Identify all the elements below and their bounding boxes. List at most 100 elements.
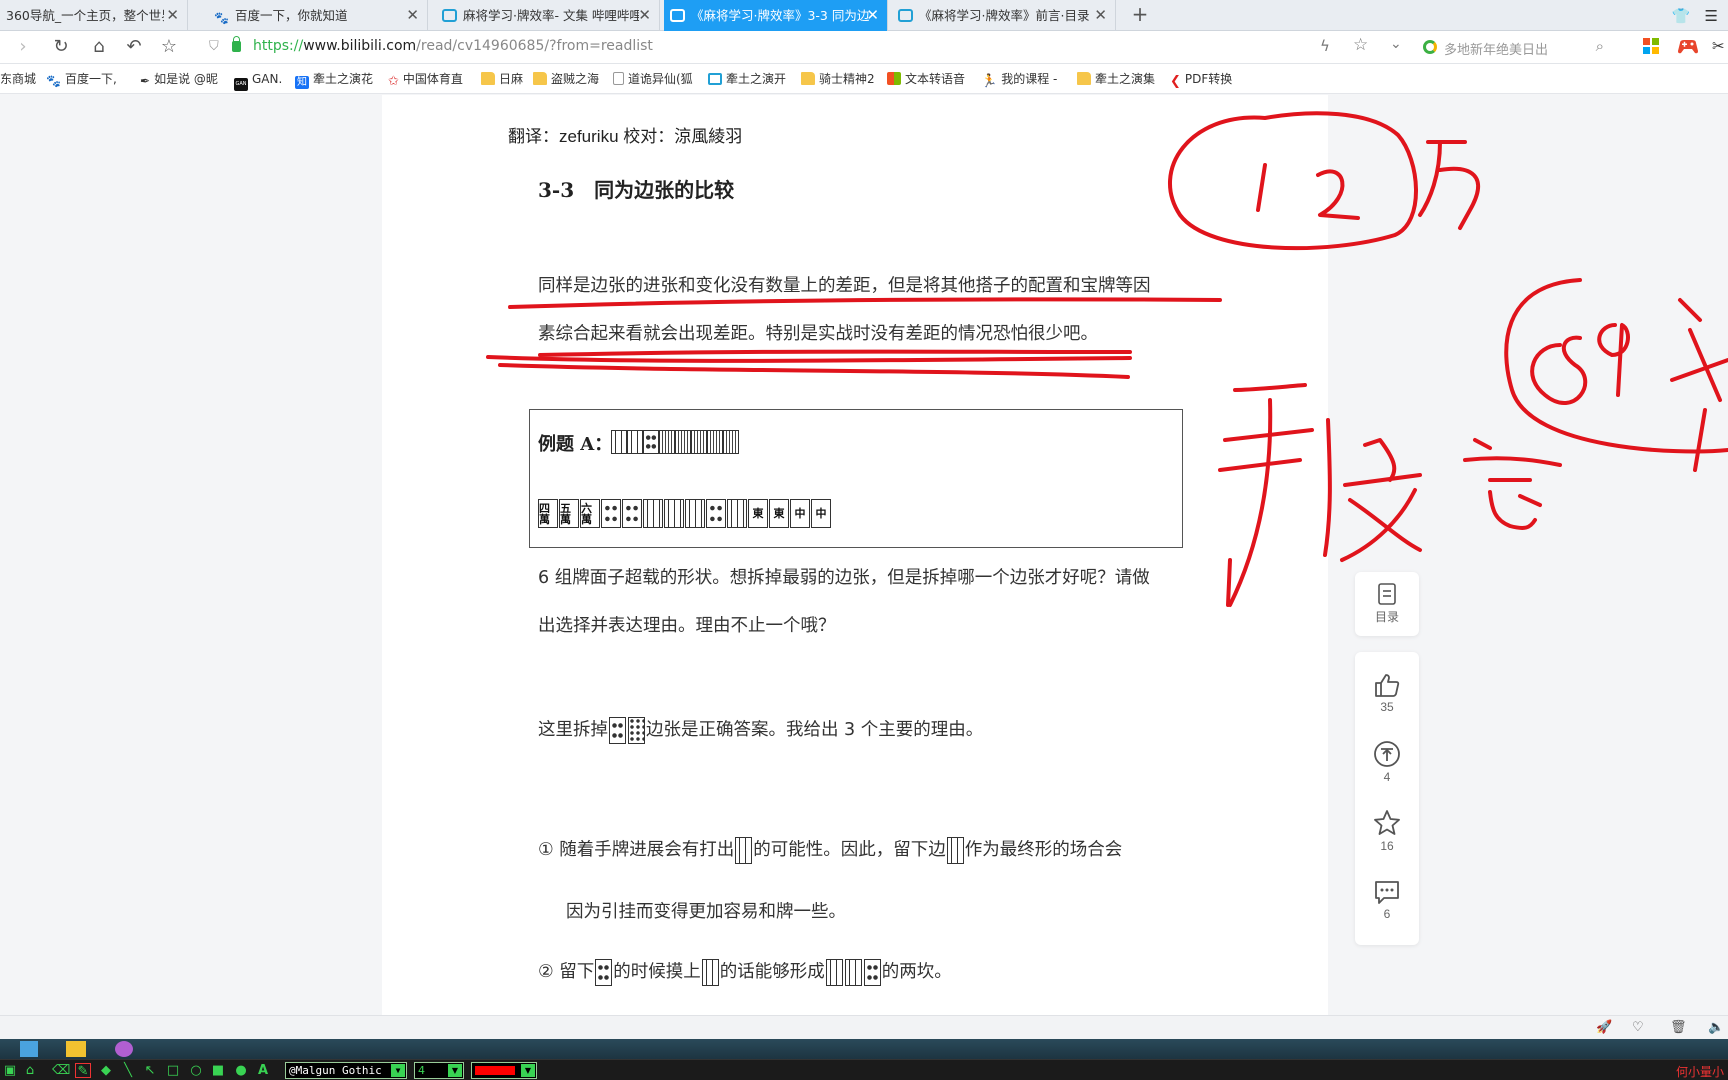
- bookmark-label: 道诡异仙(狐: [628, 72, 693, 86]
- ellipse-icon[interactable]: ○: [188, 1063, 204, 1078]
- star-logo-icon: ✩: [388, 74, 399, 89]
- bookmark-item[interactable]: ❮ PDF转换: [1170, 70, 1232, 89]
- forward-icon[interactable]: ›: [10, 35, 36, 59]
- paragraph-line: 6 组牌面子超载的形状。想拆掉最弱的边张，但是拆掉哪一个边张才好呢？请做: [538, 568, 1150, 588]
- shield-icon[interactable]: ⛉: [209, 39, 219, 54]
- answer-line: 这里拆掉 边张是正确答案。我给出 3 个主要的理由。: [538, 716, 983, 744]
- rectangle-icon[interactable]: □: [165, 1063, 181, 1078]
- comment-button[interactable]: 6: [1355, 879, 1419, 921]
- reload-icon[interactable]: ↻: [48, 35, 74, 59]
- window-controls: 👕 ☰: [1672, 0, 1728, 31]
- bookmark-star-icon[interactable]: ☆: [156, 35, 182, 59]
- tab-mahjong-preface[interactable]: 《麻将学习·牌效率》前言·目录 ✕: [892, 0, 1116, 31]
- close-icon[interactable]: ✕: [1094, 0, 1107, 31]
- thumbs-up-icon: [1375, 674, 1400, 697]
- color-select[interactable]: ▼: [471, 1062, 537, 1079]
- mahjong-tile: [825, 958, 843, 986]
- font-select[interactable]: @Malgun Gothic ▼: [285, 1062, 407, 1079]
- mahjong-tile: [946, 836, 964, 864]
- shirt-skin-icon[interactable]: 👕: [1672, 7, 1691, 25]
- toc-button[interactable]: 目录: [1355, 582, 1419, 625]
- home-icon[interactable]: ⌂: [86, 35, 112, 59]
- text-tool-icon[interactable]: A: [255, 1063, 271, 1078]
- runner-icon: 🏃: [981, 74, 998, 89]
- bookmark-item[interactable]: 盗贼之海: [533, 70, 599, 88]
- close-icon[interactable]: ✕: [166, 0, 179, 31]
- mahjong-tile: [706, 499, 726, 528]
- bookmark-item[interactable]: 道诡异仙(狐: [613, 70, 693, 88]
- reason-line: ② 留下 的时候摸上 的话能够形成 的两坎。: [538, 958, 952, 986]
- text-span: 的可能性。因此，留下边: [753, 840, 946, 860]
- pen-icon[interactable]: ✎: [75, 1063, 91, 1079]
- bookmark-item[interactable]: 日麻: [481, 70, 523, 88]
- eraser-icon[interactable]: ⌫: [52, 1063, 70, 1078]
- close-icon[interactable]: ✕: [638, 0, 651, 31]
- microsoft-icon: [887, 72, 901, 85]
- search-engine-icon: [1423, 40, 1437, 54]
- game-controller-icon[interactable]: [1677, 37, 1699, 55]
- bookmark-label: 我的课程 -: [1001, 72, 1058, 86]
- address-bar[interactable]: ⛉ https://www.bilibili.com/read/cv149606…: [205, 34, 1402, 61]
- tab-mahjong-collection[interactable]: 麻将学习·牌效率- 文集 哔哩哔哩 ✕: [436, 0, 660, 31]
- speaker-icon[interactable]: 🔈: [1708, 1020, 1724, 1035]
- url-text[interactable]: https://www.bilibili.com/read/cv14960685…: [253, 38, 653, 54]
- filled-rectangle-icon[interactable]: ■: [210, 1063, 226, 1078]
- mahjong-tile: [675, 430, 691, 454]
- folder-icon[interactable]: [66, 1041, 86, 1057]
- bookmark-item[interactable]: 知牽土之演花: [295, 70, 373, 89]
- bookmark-item[interactable]: 东商城: [0, 70, 36, 88]
- bookmark-item[interactable]: 牽土之演集: [1077, 70, 1155, 88]
- text-span: 留下: [559, 962, 595, 982]
- bookmark-item[interactable]: 🏃 我的课程 -: [981, 70, 1058, 89]
- favorite-star-icon[interactable]: ☆: [1353, 35, 1368, 55]
- bookmark-item[interactable]: ✒ 如是说 @昵: [140, 70, 218, 88]
- search-icon[interactable]: ⌕: [1596, 37, 1604, 55]
- close-icon[interactable]: ✕: [866, 0, 879, 31]
- tab-baidu[interactable]: 🐾 百度一下，你就知道 ✕: [208, 0, 428, 31]
- tab-mahjong-3-3[interactable]: 《麻将学习·牌效率》3-3 同为边 ✕: [664, 0, 888, 31]
- favorite-button[interactable]: 16: [1355, 809, 1419, 853]
- coin-icon: [1374, 741, 1400, 767]
- open-icon[interactable]: ⌂: [22, 1063, 38, 1078]
- rocket-icon[interactable]: 🚀: [1596, 1020, 1612, 1035]
- bookmark-item[interactable]: ✩ 中国体育直: [388, 70, 463, 88]
- list-number: ①: [538, 840, 554, 860]
- apps-grid-icon[interactable]: [1642, 37, 1660, 55]
- save-icon[interactable]: ▣: [2, 1063, 18, 1078]
- url-protocol: https://: [253, 38, 304, 54]
- search-box[interactable]: 多地新年绝美日出 ⌕: [1412, 34, 1612, 61]
- coin-button[interactable]: 4: [1355, 740, 1419, 784]
- like-button[interactable]: 35: [1355, 672, 1419, 714]
- size-select[interactable]: 4 ▼: [414, 1062, 464, 1079]
- tab-label: 《麻将学习·牌效率》3-3 同为边: [691, 8, 870, 23]
- folder-icon: [1077, 72, 1091, 85]
- tab-label: 百度一下，你就知道: [235, 8, 348, 23]
- taskbar-app-icon[interactable]: [115, 1041, 133, 1057]
- feather-icon: ✒: [140, 74, 151, 88]
- menu-icon[interactable]: ☰: [1705, 7, 1718, 25]
- tab-360-home[interactable]: 360导航_一个主页，整个世界 ✕: [0, 0, 188, 31]
- bookmark-item[interactable]: 骑士精神2: [801, 70, 875, 88]
- bookmark-item[interactable]: 🐾 百度一下,: [46, 70, 117, 88]
- coin-count: 4: [1383, 770, 1391, 784]
- new-tab-button[interactable]: +: [1128, 0, 1152, 31]
- filled-ellipse-icon[interactable]: ●: [233, 1063, 249, 1078]
- search-input[interactable]: 多地新年绝美日出: [1444, 39, 1548, 58]
- scissors-icon[interactable]: ✂: [1712, 37, 1728, 55]
- undo-icon[interactable]: ↶: [121, 35, 147, 59]
- lightning-icon[interactable]: ϟ: [1320, 37, 1330, 55]
- line-icon[interactable]: ╲: [120, 1063, 136, 1078]
- chevron-down-icon[interactable]: ⌄: [1390, 36, 1402, 52]
- trash-icon[interactable]: 🗑: [1670, 1020, 1687, 1035]
- taskbar-app-icon[interactable]: [20, 1041, 38, 1057]
- highlighter-icon[interactable]: ◆: [98, 1063, 114, 1078]
- paragraph-line: 同样是边张的进张和变化没有数量上的差距，但是将其他搭子的配置和宝牌等因: [538, 276, 1151, 296]
- user-name: 何小量小: [1675, 1065, 1724, 1079]
- lock-icon[interactable]: [232, 36, 241, 52]
- close-icon[interactable]: ✕: [406, 0, 419, 31]
- bookmark-item[interactable]: 牽土之演开: [708, 70, 786, 88]
- bookmark-item[interactable]: 文本转语音: [887, 70, 965, 88]
- arrow-icon[interactable]: ↖: [142, 1063, 158, 1078]
- heartbeat-icon[interactable]: ♡: [1632, 1020, 1644, 1035]
- bookmark-item[interactable]: GAN GAN.: [234, 70, 282, 91]
